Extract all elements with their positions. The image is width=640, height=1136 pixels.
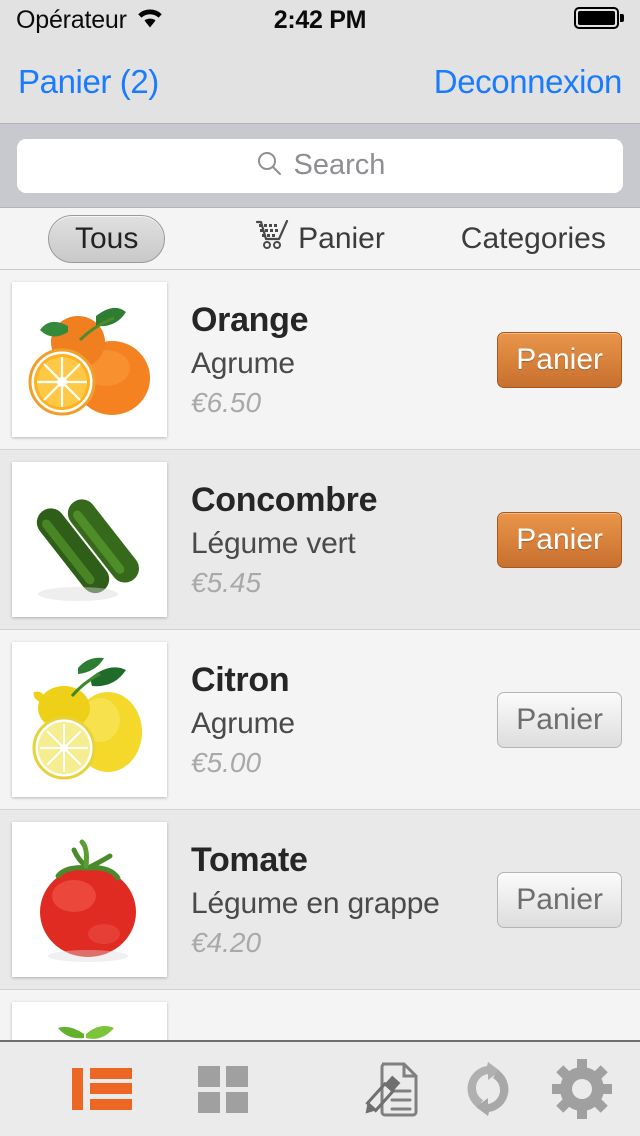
oranges-photo bbox=[19, 289, 160, 430]
product-thumbnail bbox=[12, 282, 167, 437]
search-placeholder: Search bbox=[293, 149, 386, 181]
logout-button[interactable]: Deconnexion bbox=[434, 63, 623, 101]
grapes-photo bbox=[19, 1009, 160, 1040]
search-icon bbox=[255, 149, 283, 182]
product-thumbnail bbox=[12, 1002, 167, 1040]
table-row[interactable]: Raisin bbox=[0, 990, 640, 1040]
product-info: Citron Agrume €5.00 bbox=[191, 660, 497, 779]
product-info: Concombre Légume vert €5.45 bbox=[191, 480, 497, 599]
tab-categories[interactable]: Categories bbox=[427, 208, 640, 269]
filter-tab-bar: Tous Panier Categories bbox=[0, 208, 640, 270]
status-bar-right bbox=[574, 6, 624, 35]
battery-full-icon bbox=[574, 6, 624, 35]
navigation-bar: Panier (2) Deconnexion bbox=[0, 40, 640, 124]
add-to-cart-button[interactable]: Panier bbox=[497, 331, 622, 388]
lemons-photo bbox=[19, 649, 160, 790]
gear-settings-icon[interactable] bbox=[550, 1058, 614, 1120]
product-price: €5.45 bbox=[191, 566, 262, 598]
app-screen: Opérateur 2:42 PM Panier (2) Deconnexion bbox=[0, 0, 640, 1136]
product-category: Agrume bbox=[191, 706, 295, 740]
shopping-cart-icon bbox=[255, 219, 289, 258]
tab-panier-label: Panier bbox=[298, 221, 385, 255]
toolbar-right-group bbox=[364, 1058, 640, 1120]
table-row[interactable]: Citron Agrume €5.00 Panier bbox=[0, 630, 640, 810]
tab-tous-label: Tous bbox=[47, 214, 166, 263]
product-thumbnail bbox=[12, 822, 167, 977]
bottom-toolbar bbox=[0, 1040, 640, 1136]
tab-categories-label: Categories bbox=[460, 221, 606, 255]
product-name: Concombre bbox=[191, 481, 378, 520]
product-thumbnail bbox=[12, 462, 167, 617]
product-category: Légume en grappe bbox=[191, 886, 440, 920]
tomato-photo bbox=[19, 829, 160, 970]
cucumbers-photo bbox=[19, 469, 160, 610]
cart-nav-button[interactable]: Panier (2) bbox=[18, 63, 159, 101]
list-view-icon[interactable] bbox=[70, 1062, 134, 1116]
search-bar-container: Search bbox=[0, 124, 640, 208]
grid-view-icon[interactable] bbox=[196, 1062, 252, 1116]
tab-tous[interactable]: Tous bbox=[0, 208, 213, 269]
product-thumbnail bbox=[12, 642, 167, 797]
table-row[interactable]: Orange Agrume €6.50 Panier bbox=[0, 270, 640, 450]
product-price: €5.00 bbox=[191, 746, 262, 778]
status-bar-clock: 2:42 PM bbox=[273, 5, 367, 34]
table-row[interactable]: Tomate Légume en grappe €4.20 Panier bbox=[0, 810, 640, 990]
add-to-cart-button[interactable]: Panier bbox=[497, 511, 622, 568]
product-info: Orange Agrume €6.50 bbox=[191, 300, 497, 419]
product-list[interactable]: Orange Agrume €6.50 Panier Concombre Lég… bbox=[0, 270, 640, 1040]
product-category: Agrume bbox=[191, 346, 295, 380]
product-price: €6.50 bbox=[191, 386, 262, 418]
product-info: Tomate Légume en grappe €4.20 bbox=[191, 840, 497, 959]
product-price: €4.20 bbox=[191, 926, 262, 958]
sync-refresh-icon[interactable] bbox=[456, 1058, 520, 1120]
search-input[interactable]: Search bbox=[17, 138, 623, 193]
product-name: Orange bbox=[191, 301, 309, 340]
table-row[interactable]: Concombre Légume vert €5.45 Panier bbox=[0, 450, 640, 630]
product-name: Citron bbox=[191, 661, 290, 700]
product-category: Légume vert bbox=[191, 526, 356, 560]
status-bar: Opérateur 2:42 PM bbox=[0, 0, 640, 40]
add-to-cart-button[interactable]: Panier bbox=[497, 691, 622, 748]
edit-document-icon[interactable] bbox=[364, 1058, 426, 1120]
tab-panier[interactable]: Panier bbox=[213, 208, 426, 269]
product-name: Tomate bbox=[191, 841, 308, 880]
toolbar-left-group bbox=[0, 1062, 252, 1116]
add-to-cart-button[interactable]: Panier bbox=[497, 871, 622, 928]
